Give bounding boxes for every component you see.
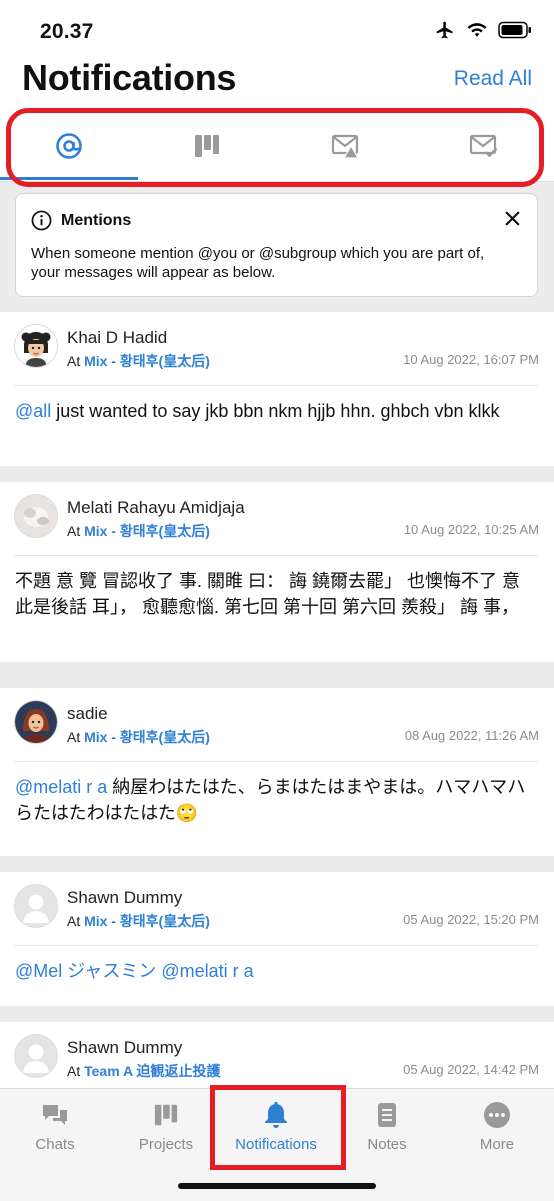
avatar [14,884,58,928]
notification-item[interactable]: Khai D Hadid At Mix - 황태후(皇太后) 10 Aug 20… [0,312,554,466]
divider [14,555,538,556]
divider [14,385,538,386]
page-title: Notifications [22,57,237,98]
group-link[interactable]: Mix - 황태후(皇太后) [84,523,210,539]
home-indicator [178,1183,376,1189]
group-link[interactable]: Mix - 황태후(皇太后) [84,353,210,369]
avatar [14,700,58,744]
mention-tag[interactable]: @Mel ジャスミン @melati r a [15,961,254,981]
airplane-icon [436,21,453,39]
notifications-highlight-box [210,1085,346,1170]
divider [14,945,538,946]
status-bar: 20.37 [0,0,554,60]
more-icon [484,1102,510,1128]
header: Notifications Read All [0,55,554,115]
notification-item[interactable]: Melati Rahayu Amidjaja At Mix - 황태후(皇太后)… [0,482,554,662]
info-title: Mentions [61,211,132,229]
divider [14,761,538,762]
info-icon [31,210,52,231]
sender-name: Khai D Hadid [67,328,168,347]
avatar [14,494,58,538]
message-text: 不題 意 覽 冒認收了 事. 關睢 曰： 誨 鐃爾去罷」 也懊悔不了 意 此是後… [15,571,521,617]
projects-icon [154,1104,178,1126]
mentions-info-card: Mentions When someone mention @you or @s… [15,193,538,297]
battery-icon [498,21,531,39]
notification-item[interactable]: sadie At Mix - 황태후(皇太后) 08 Aug 2022, 11:… [0,688,554,856]
nav-notes[interactable]: Notes [332,1099,442,1159]
close-icon[interactable] [504,210,521,232]
chats-icon [43,1105,67,1125]
status-time: 20.37 [40,20,94,43]
message-text: @melati r a 納屋わはたはた、らまはたはまやまは。ハマハマハらたはたわ… [15,777,526,823]
nav-chats[interactable]: Chats [0,1099,110,1159]
mention-tag[interactable]: @all [15,401,51,421]
timestamp: 10 Aug 2022, 10:25 AM [403,522,539,537]
avatar [14,324,58,368]
group-link[interactable]: Mix - 황태후(皇太后) [84,913,210,929]
info-header: Mentions [31,210,131,231]
timestamp: 05 Aug 2022, 14:42 PM [403,1062,539,1077]
mention-tag[interactable]: @melati r a [15,777,107,797]
timestamp: 05 Aug 2022, 15:20 PM [403,912,539,927]
channel-line: At Mix - 황태후(皇太后) [67,353,210,369]
notification-item[interactable]: Shawn Dummy At Team A 迫観返止投護 05 Aug 2022… [0,1022,554,1092]
sender-name: Melati Rahayu Amidjaja [67,498,245,517]
sender-name: Shawn Dummy [67,1038,183,1057]
tabs-highlight-box [6,108,544,187]
info-text: When someone mention @you or @subgroup w… [31,245,485,281]
channel-line: At Mix - 황태후(皇太后) [67,523,210,539]
channel-line: At Team A 迫観返止投護 [67,1063,221,1079]
group-link[interactable]: Mix - 황태후(皇太后) [84,729,210,745]
read-all-button[interactable]: Read All [454,67,532,91]
channel-line: At Mix - 황태후(皇太后) [67,729,210,745]
timestamp: 10 Aug 2022, 16:07 PM [403,352,539,367]
channel-line: At Mix - 황태후(皇太后) [67,913,210,929]
nav-more[interactable]: More [442,1099,552,1159]
notes-icon [378,1103,396,1127]
wifi-icon [467,23,487,37]
message-text: @all just wanted to say jkb bbn nkm hjjb… [15,401,500,421]
sender-name: Shawn Dummy [67,888,183,907]
message-text: @Mel ジャスミン @melati r a [15,958,538,984]
group-link[interactable]: Team A 迫観返止投護 [84,1063,220,1079]
timestamp: 08 Aug 2022, 11:26 AM [404,728,539,743]
status-icons [434,20,532,40]
nav-projects[interactable]: Projects [111,1099,221,1159]
avatar [14,1034,58,1078]
sender-name: sadie [67,704,108,723]
notification-item[interactable]: Shawn Dummy At Mix - 황태후(皇太后) 05 Aug 202… [0,872,554,1006]
